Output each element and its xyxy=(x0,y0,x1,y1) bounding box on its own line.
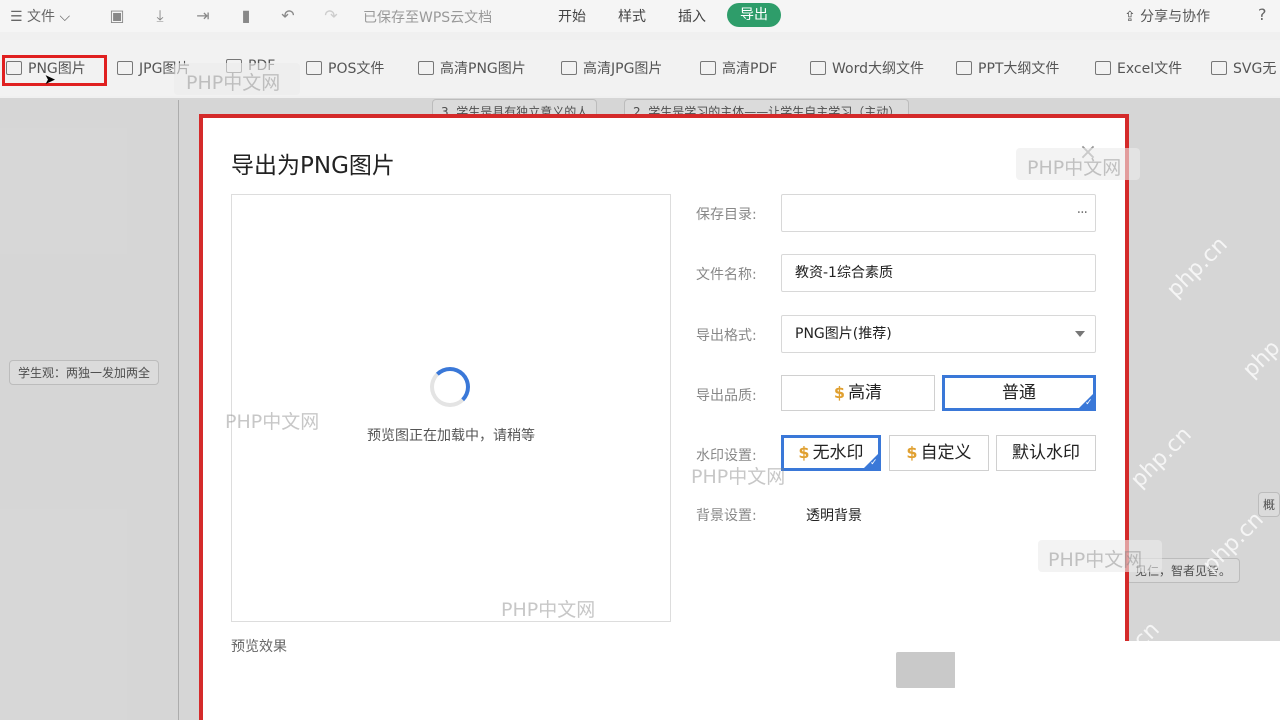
ppt-icon xyxy=(956,61,972,75)
coin-icon: $ xyxy=(833,383,846,402)
watermark-text: PHP中文网 xyxy=(186,72,281,94)
toolbar-label: 高清PDF xyxy=(722,61,778,77)
watermark-none-option[interactable]: $ 无水印 ✓ xyxy=(781,435,881,471)
export-hd-pdf-button[interactable]: 高清PDF xyxy=(700,58,777,78)
help-icon[interactable]: ? xyxy=(1258,5,1267,24)
undo-icon[interactable]: ↶ xyxy=(277,5,299,27)
background-label: 背景设置: xyxy=(696,508,757,524)
toolbar-label: Word大纲文件 xyxy=(832,61,924,77)
watermark-text: PHP中文网 xyxy=(1048,549,1143,571)
export-ppt-outline-button[interactable]: PPT大纲文件 xyxy=(956,58,1059,78)
export-svg-button[interactable]: SVG无 xyxy=(1211,58,1276,78)
tab-start[interactable]: 开始 xyxy=(558,6,586,26)
export-button[interactable] xyxy=(896,652,956,688)
import-icon[interactable]: ⇥ xyxy=(192,5,214,27)
format-painter-icon[interactable]: ▮ xyxy=(235,5,257,27)
quality-label: 导出品质: xyxy=(696,388,757,404)
save-dir-field[interactable]: ··· xyxy=(781,194,1096,232)
export-hd-png-button[interactable]: 高清PNG图片 xyxy=(418,58,526,78)
tab-export[interactable]: 导出 xyxy=(727,3,781,27)
watermark-default-option[interactable]: 默认水印 xyxy=(996,435,1096,471)
redo-icon[interactable]: ↷ xyxy=(320,5,342,27)
option-label: 自定义 xyxy=(920,443,972,463)
filename-label: 文件名称: xyxy=(696,267,757,283)
export-excel-button[interactable]: Excel文件 xyxy=(1095,58,1182,78)
toolbar-label: 高清PNG图片 xyxy=(440,61,526,77)
watermark-text: PHP中文网 xyxy=(501,599,596,621)
format-value: PNG图片(推荐) xyxy=(795,326,892,342)
option-label: 普通 xyxy=(1002,383,1036,403)
cursor-icon: ➤ xyxy=(44,72,56,88)
export-hd-jpg-button[interactable]: 高清JPG图片 xyxy=(561,58,662,78)
option-label: 默认水印 xyxy=(1012,443,1080,463)
word-icon xyxy=(810,61,826,75)
chevron-down-icon xyxy=(1075,331,1085,337)
hd-image-icon xyxy=(418,61,434,75)
watermark-text: PHP中文网 xyxy=(691,466,786,488)
watermark-text: PHP中文网 xyxy=(225,411,320,433)
download-icon[interactable]: ⤓ xyxy=(149,5,171,27)
hd-pdf-icon xyxy=(700,61,716,75)
toolbar-label: POS文件 xyxy=(328,61,385,77)
pos-icon xyxy=(306,61,322,75)
toolbar-label: Excel文件 xyxy=(1117,61,1183,77)
option-label: 无水印 xyxy=(812,443,864,463)
share-button[interactable]: ⇪ 分享与协作 xyxy=(1124,6,1210,26)
toolbar-label: SVG无 xyxy=(1233,61,1277,77)
excel-icon xyxy=(1095,61,1111,75)
save-icon[interactable]: ▣ xyxy=(106,5,128,27)
tab-style[interactable]: 样式 xyxy=(618,6,646,26)
toolbar-label: 高清JPG图片 xyxy=(583,61,663,77)
menu-bar: ☰ 文件 ⌵ ▣ ⤓ ⇥ ▮ ↶ ↷ 已保存至WPS云文档 开始 样式 插入 导… xyxy=(0,0,1280,32)
coin-icon: $ xyxy=(798,443,810,462)
export-dialog: 导出为PNG图片 × 预览图正在加载中，请稍等 预览效果 保存目录: ··· 文… xyxy=(203,118,1125,720)
quality-hd-option[interactable]: $ 高清 xyxy=(781,375,935,411)
check-icon: ✓ xyxy=(1078,393,1094,409)
format-select[interactable]: PNG图片(推荐) xyxy=(781,315,1096,353)
filename-input[interactable]: 教资-1综合素质 xyxy=(781,254,1096,292)
background-value[interactable]: 透明背景 xyxy=(806,505,862,525)
option-label: 高清 xyxy=(848,383,883,403)
loading-spinner-icon xyxy=(430,367,470,407)
save-status: 已保存至WPS云文档 xyxy=(363,10,493,26)
export-pos-button[interactable]: POS文件 xyxy=(306,58,384,78)
check-icon: ✓ xyxy=(863,453,879,469)
file-menu[interactable]: ☰ 文件 ⌵ xyxy=(10,6,70,26)
export-word-outline-button[interactable]: Word大纲文件 xyxy=(810,58,924,78)
format-label: 导出格式: xyxy=(696,328,757,344)
coin-icon: $ xyxy=(906,443,918,462)
image-icon xyxy=(117,61,133,75)
preview-label: 预览效果 xyxy=(231,639,287,655)
quality-normal-option[interactable]: 普通 ✓ xyxy=(942,375,1096,411)
save-dir-label: 保存目录: xyxy=(696,207,757,223)
dialog-title: 导出为PNG图片 xyxy=(231,153,395,179)
more-icon[interactable]: ··· xyxy=(1077,195,1088,231)
watermark-text: PHP中文网 xyxy=(1027,157,1122,179)
tab-insert[interactable]: 插入 xyxy=(678,6,706,26)
svg-icon xyxy=(1211,61,1227,75)
watermark-custom-option[interactable]: $ 自定义 xyxy=(889,435,989,471)
toolbar-label: PPT大纲文件 xyxy=(978,61,1060,77)
hd-image-icon xyxy=(561,61,577,75)
